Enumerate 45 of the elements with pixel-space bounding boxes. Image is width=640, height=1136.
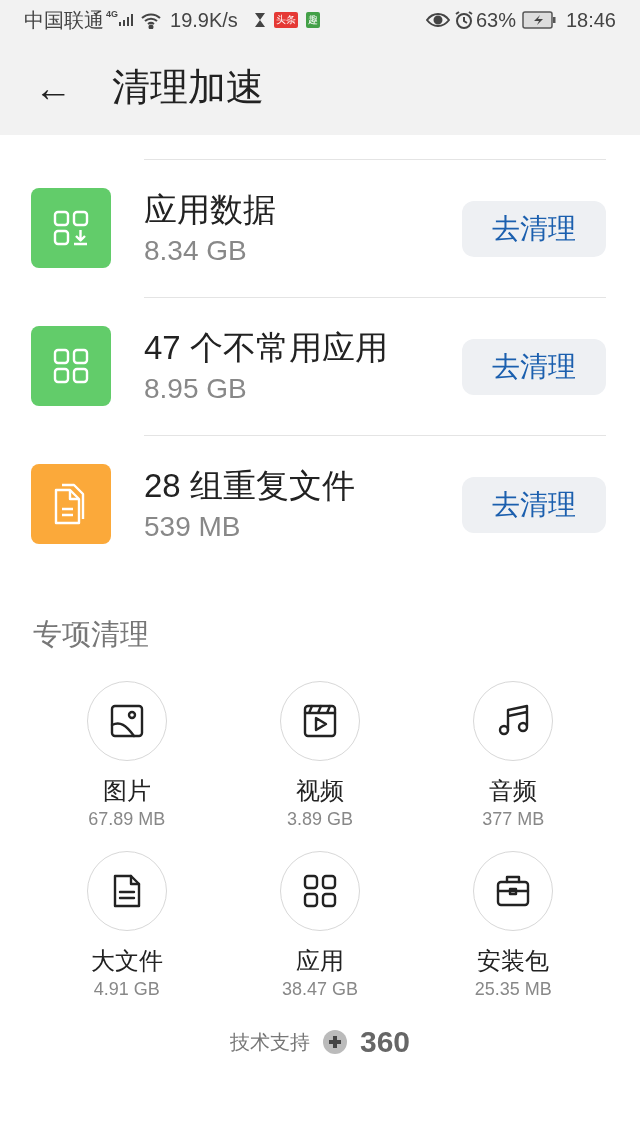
category-size: 377 MB [482, 807, 545, 831]
app-badge: 趣 [305, 12, 320, 28]
signal-icon [118, 12, 134, 28]
category-size: 3.89 GB [286, 807, 353, 831]
item-size: 8.34 GB [144, 233, 248, 268]
network-speed: 19.9K/s [170, 8, 238, 33]
category-label: 视频 [296, 775, 344, 806]
category-size: 38.47 GB [281, 977, 358, 1001]
battery-charging-icon [521, 11, 556, 29]
category-label: 安装包 [477, 945, 550, 976]
apps-grid-icon [302, 872, 338, 909]
back-button[interactable]: ← [34, 68, 72, 107]
alarm-icon [453, 10, 474, 30]
item-size: 8.95 GB [144, 371, 248, 406]
logo-icon [321, 1028, 348, 1055]
app-badge: 头条 [273, 12, 298, 28]
page-title: 清理加速 [112, 65, 264, 110]
item-size: 539 MB [144, 509, 242, 544]
wifi-icon [140, 11, 162, 29]
category-size: 67.89 MB [88, 807, 166, 831]
category-size: 4.91 GB [93, 977, 160, 1001]
category-label: 图片 [102, 775, 151, 806]
category-label: 应用 [296, 945, 344, 976]
clean-button[interactable]: 去清理 [462, 200, 606, 257]
apps-grid-icon [52, 347, 90, 385]
hourglass-icon [253, 12, 266, 28]
brand-name: 360 [359, 1026, 411, 1057]
item-title: 47 个不常用应用 [144, 327, 389, 368]
carrier: 中国联通 [24, 8, 104, 33]
network-type: 4G [106, 8, 118, 21]
category-size: 25.35 MB [474, 977, 552, 1001]
apps-download-icon [52, 209, 90, 247]
video-icon [302, 702, 338, 739]
item-title: 28 组重复文件 [144, 465, 356, 506]
item-title: 应用数据 [144, 189, 277, 230]
clean-button[interactable]: 去清理 [462, 476, 606, 533]
footer-label: 技术支持 [229, 1029, 310, 1055]
eye-icon [425, 12, 450, 28]
category-label: 音频 [489, 775, 538, 806]
image-icon [108, 702, 145, 739]
clean-button[interactable]: 去清理 [462, 338, 606, 395]
clock: 18:46 [565, 8, 616, 33]
category-label: 大文件 [90, 945, 163, 976]
section-title: 专项清理 [33, 617, 150, 652]
battery-percent: 63% [475, 8, 516, 33]
